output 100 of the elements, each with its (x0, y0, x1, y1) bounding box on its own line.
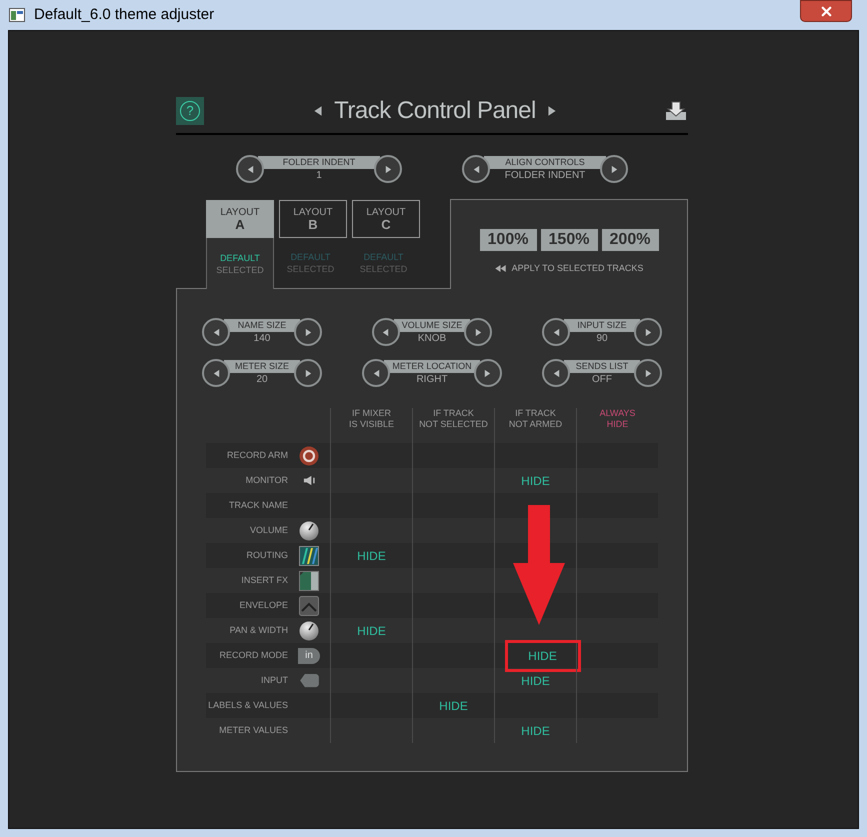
control-label: METER LOCATION (384, 360, 480, 373)
row-label: METER VALUES (218, 724, 288, 737)
next-icon (546, 105, 558, 117)
control-label: SENDS LIST (564, 360, 640, 373)
control-label: NAME SIZE (224, 319, 300, 332)
right-caret-icon (474, 328, 483, 336)
next-button[interactable] (464, 318, 492, 346)
panel-title: Track Control Panel (334, 96, 536, 126)
control-value: FOLDER INDENT (504, 169, 586, 182)
close-icon (818, 4, 834, 18)
input-icon (298, 673, 320, 688)
hide-setting[interactable]: HIDE (521, 472, 550, 490)
scale-button[interactable]: 200% (602, 229, 658, 251)
right-caret-icon (483, 368, 492, 378)
layout-status: DEFAULT SELECTED (216, 252, 264, 276)
control-label: INPUT SIZE (564, 319, 640, 332)
routing-icon (299, 546, 319, 566)
layout-status: DEFAULT SELECTED (360, 251, 408, 275)
previous-button[interactable] (542, 318, 570, 346)
row-label: ENVELOPE (238, 598, 288, 612)
previous-button[interactable] (362, 359, 390, 387)
scale-button[interactable]: 150% (540, 229, 598, 251)
hide-setting[interactable]: HIDE (357, 546, 386, 564)
row-label: PAN & WIDTH (228, 624, 288, 637)
right-caret-icon (644, 328, 652, 336)
layout-status: DEFAULT SELECTED (286, 251, 334, 275)
record-mode-icon: in (298, 648, 320, 664)
control-value: 140 (254, 332, 270, 345)
control-value: KNOB (418, 332, 446, 345)
right-caret-icon (304, 368, 312, 378)
row-label: RECORD ARM (226, 448, 288, 462)
left-caret-icon (381, 328, 390, 336)
knob-icon (299, 620, 319, 640)
left-caret-icon (212, 368, 220, 378)
previous-button[interactable] (542, 359, 570, 387)
next-button[interactable] (474, 359, 502, 387)
previous-button[interactable] (372, 318, 400, 346)
control-value: OFF (592, 373, 612, 386)
row-label: VOLUME (248, 524, 288, 537)
control-value: 1 (316, 169, 322, 182)
row-label: LABELS & VALUES (207, 698, 288, 712)
next-button[interactable] (374, 155, 402, 183)
left-caret-icon (372, 368, 381, 378)
hide-setting[interactable]: HIDE (504, 640, 580, 672)
download-icon[interactable] (666, 101, 686, 121)
envelope-icon (299, 596, 319, 616)
next-button[interactable] (294, 359, 322, 387)
hide-setting[interactable]: HIDE (521, 672, 550, 690)
hide-setting[interactable]: HIDE (357, 622, 386, 640)
window-title: Default_6.0 theme adjuster (34, 4, 214, 25)
row-label: INPUT (260, 674, 288, 687)
previous-icon (312, 105, 324, 117)
previous-button[interactable] (236, 155, 264, 183)
control-label: FOLDER INDENT (258, 156, 380, 169)
next-button[interactable] (294, 318, 322, 346)
right-caret-icon (304, 328, 312, 336)
record-icon (299, 446, 319, 466)
previous-button[interactable] (202, 359, 230, 387)
app-icon (9, 7, 25, 23)
left-caret-icon (552, 328, 560, 336)
control-label: VOLUME SIZE (394, 319, 470, 332)
right-caret-icon (644, 368, 652, 378)
column-header: ALWAYS HIDE (600, 408, 636, 431)
column-header: IF TRACK NOT SELECTED (419, 408, 488, 431)
layout-tab[interactable]: LAYOUT C (352, 200, 420, 238)
hide-setting[interactable]: HIDE (521, 722, 550, 740)
row-label: MONITOR (244, 474, 288, 487)
next-button[interactable] (634, 359, 662, 387)
layout-tab[interactable]: LAYOUT B (279, 200, 347, 238)
control-value: 20 (256, 373, 268, 386)
scale-button[interactable]: 100% (480, 229, 536, 251)
next-button[interactable] (600, 155, 628, 183)
row-label: INSERT FX (240, 574, 288, 587)
hide-setting[interactable]: HIDE (439, 696, 468, 714)
control-label: ALIGN CONTROLS (484, 156, 606, 169)
left-caret-icon (552, 368, 560, 378)
close-button[interactable] (800, 0, 852, 22)
left-caret-icon (212, 328, 220, 336)
row-label: ROUTING (246, 548, 288, 562)
control-value: RIGHT (416, 373, 448, 386)
column-header: IF MIXER IS VISIBLE (348, 408, 394, 431)
previous-button[interactable] (462, 155, 490, 183)
knob-icon (299, 520, 319, 540)
speaker-icon (302, 474, 316, 487)
help-button[interactable]: ? (176, 97, 204, 125)
right-caret-icon (384, 164, 392, 174)
left-caret-icon (246, 164, 254, 174)
control-value: 90 (596, 332, 608, 345)
insert-fx-icon (299, 570, 319, 590)
previous-button[interactable] (202, 318, 230, 346)
apply-label: APPLY TO SELECTED TRACKS (512, 262, 644, 275)
layout-tab[interactable]: LAYOUT A (206, 200, 274, 238)
next-button[interactable] (634, 318, 662, 346)
control-label: METER SIZE (224, 360, 300, 373)
right-caret-icon (610, 164, 618, 174)
column-header: IF TRACK NOT ARMED (508, 408, 562, 431)
row-label: RECORD MODE (218, 648, 288, 662)
rewind-icon (494, 265, 506, 272)
row-label: TRACK NAME (228, 498, 288, 512)
left-caret-icon (472, 164, 480, 174)
